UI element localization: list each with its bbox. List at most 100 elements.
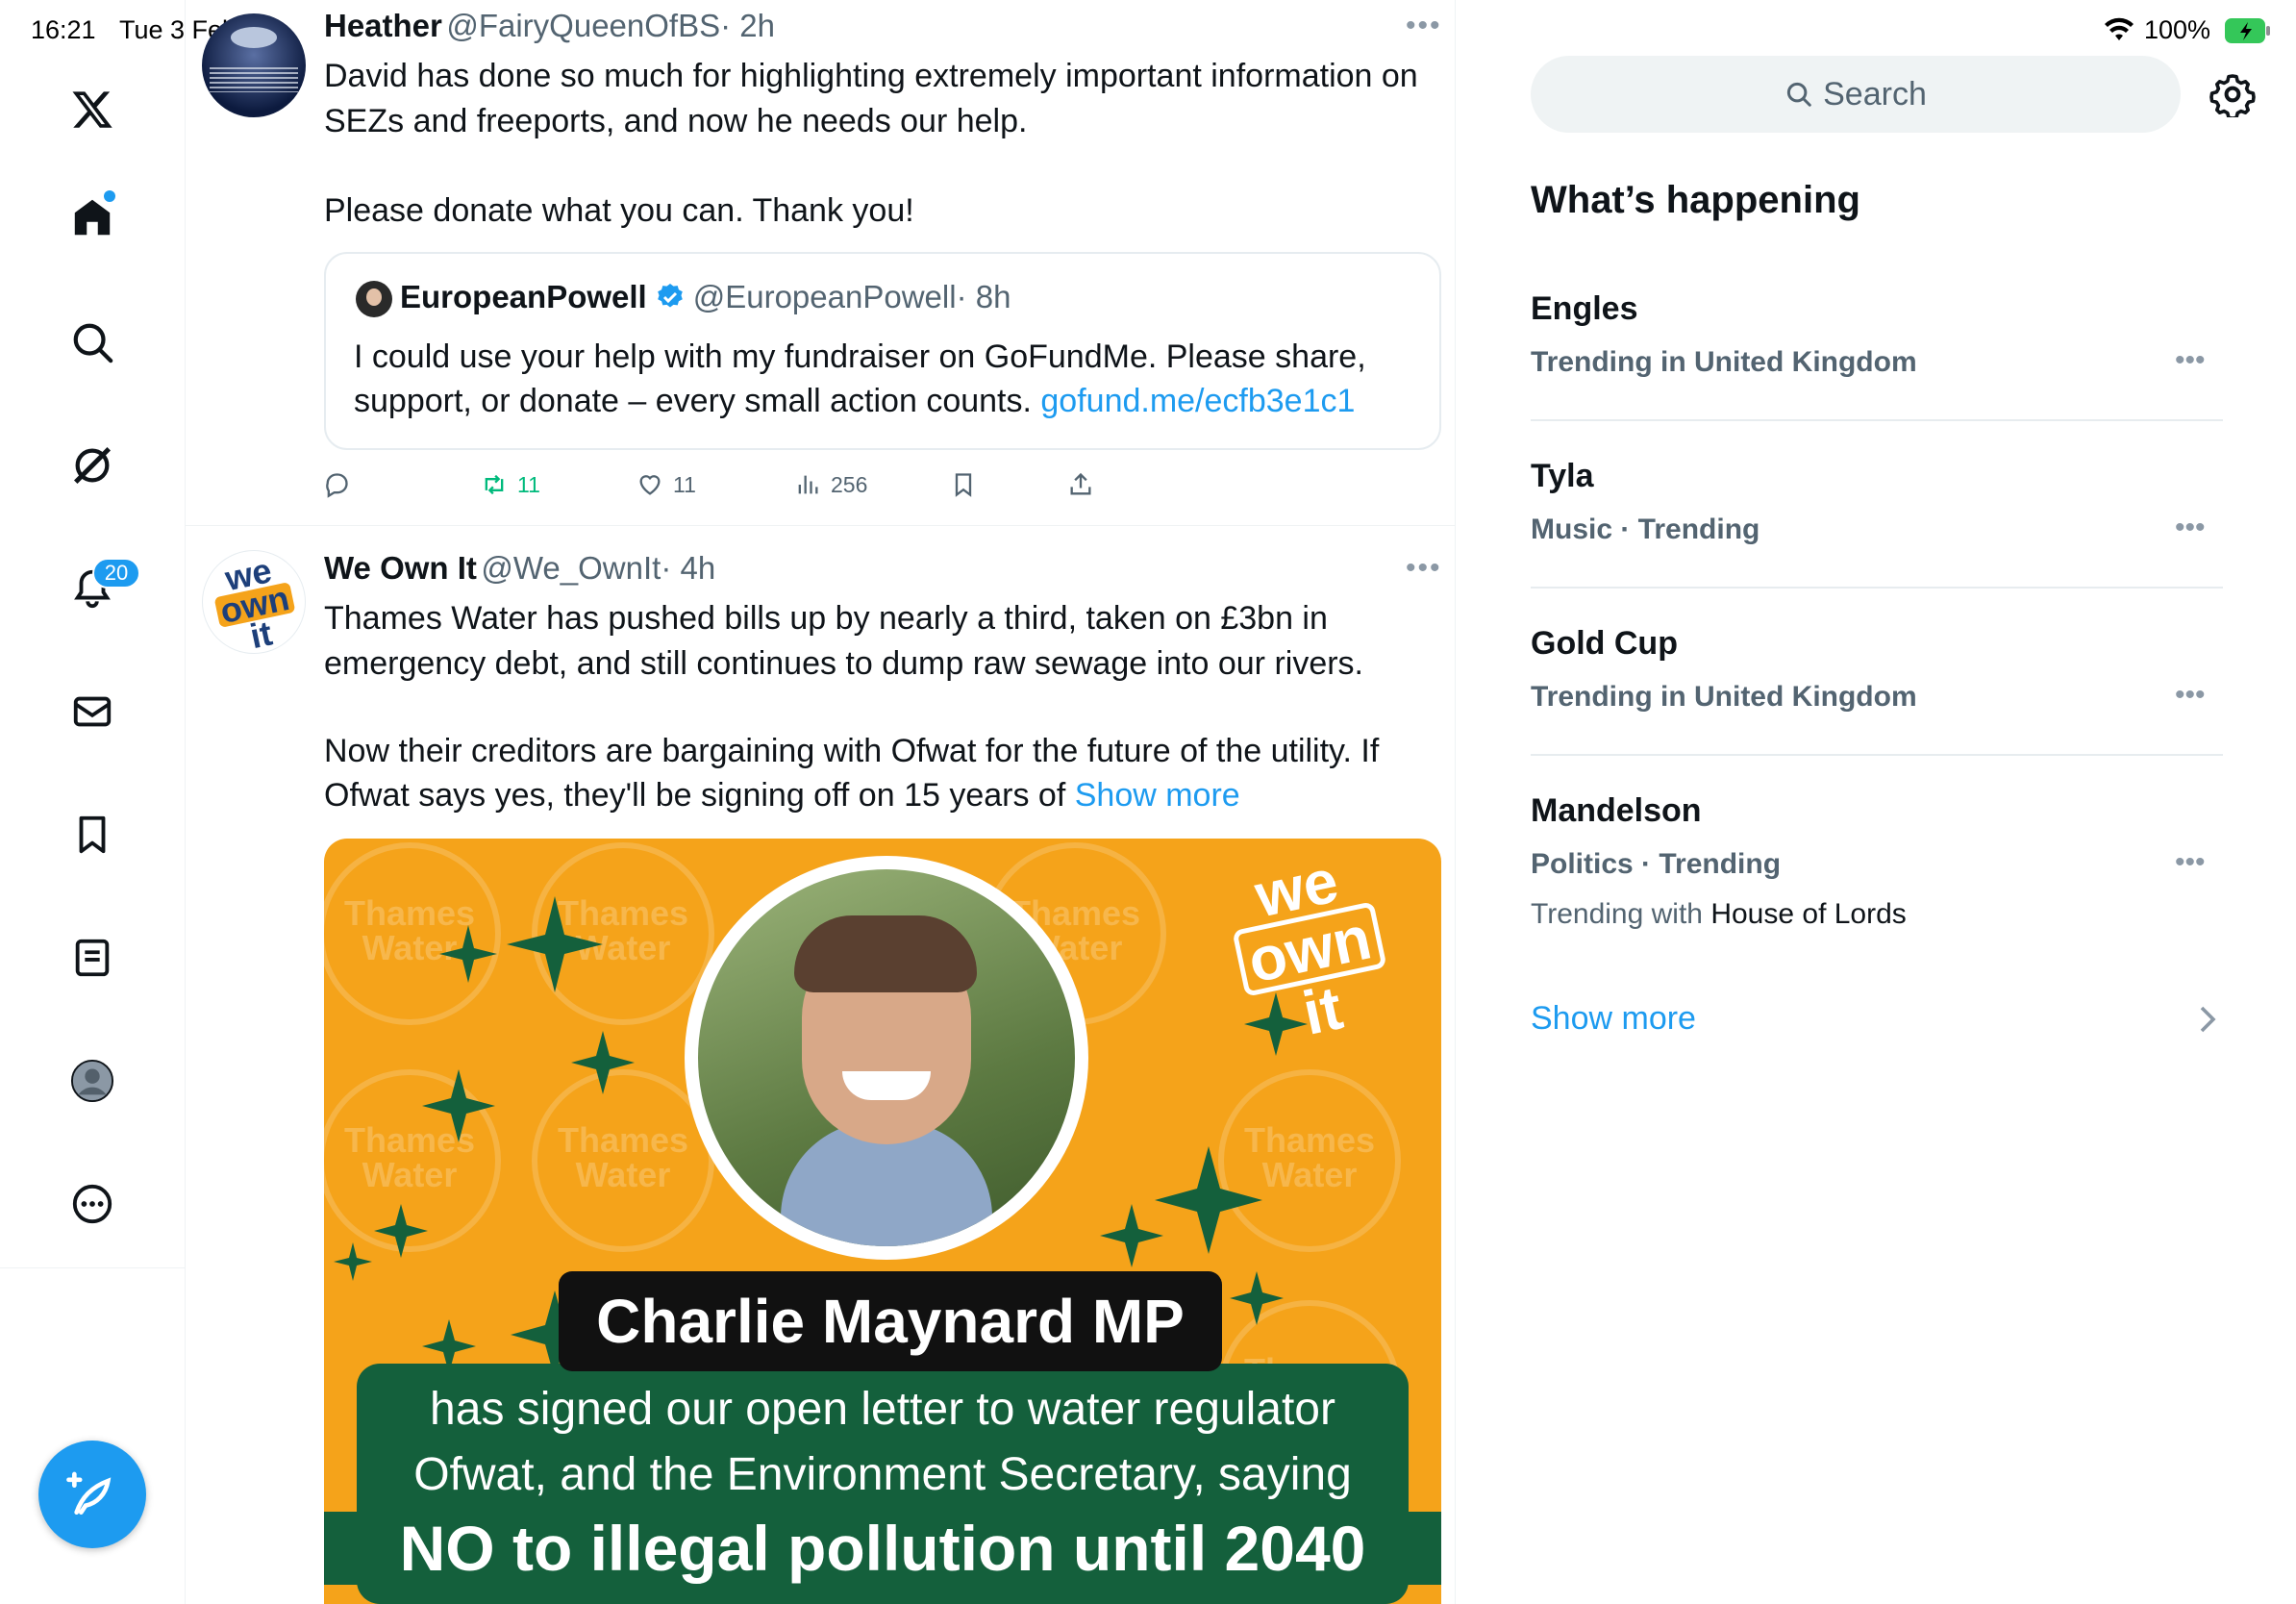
retweet-button[interactable]: 11 bbox=[481, 469, 540, 500]
bookmark-action-icon bbox=[955, 473, 972, 497]
retweet-icon bbox=[485, 474, 504, 495]
bookmark-icon[interactable] bbox=[62, 804, 123, 865]
whats-happening-heading: What’s happening bbox=[1531, 179, 1860, 221]
tweet2-avatar[interactable]: we own it bbox=[202, 550, 306, 654]
trend-extra-prefix: Trending with bbox=[1531, 898, 1703, 930]
quote-time: · 8h bbox=[956, 279, 1011, 314]
tweet2-more-icon[interactable]: ••• bbox=[1406, 552, 1442, 585]
avatar-icon[interactable] bbox=[62, 1050, 123, 1112]
tweet2-handle[interactable]: @We_OwnIt bbox=[481, 550, 661, 586]
search-field-icon bbox=[1787, 82, 1811, 107]
trend-divider bbox=[1531, 754, 2223, 756]
home-icon[interactable] bbox=[62, 187, 123, 248]
more-circle-icon[interactable] bbox=[62, 1173, 123, 1235]
trend-more-icon[interactable]: ••• bbox=[2175, 679, 2206, 712]
trend-title-engles[interactable]: Engles bbox=[1531, 290, 1637, 328]
trend-more-icon[interactable]: ••• bbox=[2175, 344, 2206, 377]
show-more-link[interactable]: Show more bbox=[1075, 777, 1240, 814]
tweet2-author-name[interactable]: We Own It bbox=[324, 550, 477, 586]
avatar-caption bbox=[210, 67, 298, 92]
like-button[interactable]: 11 bbox=[636, 469, 696, 500]
quote-link[interactable]: gofund.me/ecfb3e1c1 bbox=[1040, 383, 1355, 419]
views-count: 256 bbox=[831, 471, 868, 497]
compose-button[interactable] bbox=[38, 1441, 146, 1548]
image-headline: Charlie Maynard MP bbox=[559, 1271, 1222, 1371]
tweet1-avatar[interactable] bbox=[202, 13, 306, 117]
retweet-count: 11 bbox=[517, 471, 540, 497]
search-placeholder: Search bbox=[1823, 75, 1927, 113]
avatar-ufo bbox=[231, 27, 277, 48]
quote-author-name: EuropeanPowell bbox=[400, 279, 647, 314]
gear-icon[interactable] bbox=[2209, 71, 2256, 117]
reply-button[interactable] bbox=[323, 469, 350, 500]
notification-badge: 20 bbox=[92, 558, 140, 589]
tweet1-time[interactable]: · 2h bbox=[720, 8, 775, 43]
views-button[interactable]: 256 bbox=[794, 469, 867, 500]
mail-icon[interactable] bbox=[62, 681, 123, 742]
share-button[interactable] bbox=[1067, 469, 1094, 500]
quote-text-line2-body: support, or donate – every small action … bbox=[354, 383, 1032, 419]
trend-more-icon[interactable]: ••• bbox=[2175, 846, 2206, 879]
heart-icon bbox=[639, 475, 661, 495]
trend-meta-tyla: Music · Trending bbox=[1531, 514, 1760, 545]
compose-feather-icon bbox=[66, 1471, 112, 1515]
tweet2-text-line4: Ofwat says yes, they'll be signing off o… bbox=[324, 773, 1240, 817]
tweet1-text-line2: SEZs and freeports, and now he needs our… bbox=[324, 103, 1028, 139]
battery-percent: 100% bbox=[2144, 15, 2211, 44]
wifi-icon bbox=[2104, 17, 2134, 42]
tweet1-author-name[interactable]: Heather bbox=[324, 8, 442, 43]
trend-meta-engles: Trending in United Kingdom bbox=[1531, 346, 1917, 378]
sidebar-divider bbox=[0, 1267, 185, 1268]
tweet-separator bbox=[185, 525, 1456, 526]
show-more-trends-link[interactable]: Show more bbox=[1531, 1000, 1696, 1038]
quote-avatar-face bbox=[366, 288, 382, 306]
trend-meta-gold-cup: Trending in United Kingdom bbox=[1531, 681, 1917, 713]
quote-handle: @EuropeanPowell bbox=[692, 279, 957, 314]
tweet2-text-line1: Thames Water has pushed bills up by near… bbox=[324, 600, 1328, 637]
portrait-photo bbox=[698, 869, 1075, 1246]
tweet2-text-line4-body: Ofwat says yes, they'll be signing off o… bbox=[324, 777, 1066, 814]
share-icon bbox=[1070, 472, 1091, 495]
trend-extra-topic[interactable]: House of Lords bbox=[1710, 898, 1906, 930]
trend-divider bbox=[1531, 419, 2223, 421]
grok-icon[interactable] bbox=[62, 435, 123, 496]
list-icon[interactable] bbox=[62, 927, 123, 989]
chevron-right-icon bbox=[2196, 1004, 2219, 1035]
search-icon[interactable] bbox=[62, 312, 123, 373]
tweet2-text-line2: emergency debt, and still continues to d… bbox=[324, 645, 1363, 682]
search-input[interactable]: Search bbox=[1531, 56, 2181, 133]
trend-title-tyla[interactable]: Tyla bbox=[1531, 458, 1594, 495]
tweet2-text-line3: Now their creditors are bargaining with … bbox=[324, 733, 1380, 769]
like-count: 11 bbox=[673, 471, 696, 497]
quote-avatar bbox=[356, 281, 392, 317]
verified-badge-icon bbox=[657, 284, 683, 308]
tweet2-header: We Own It @We_OwnIt· 4h bbox=[324, 550, 715, 587]
trend-title-mandelson[interactable]: Mandelson bbox=[1531, 792, 1702, 830]
bookmark-button[interactable] bbox=[950, 469, 977, 500]
battery-icon bbox=[2225, 17, 2271, 44]
tweet1-text-line1: David has done so much for highlighting … bbox=[324, 58, 1418, 94]
tweet1-more-icon[interactable]: ••• bbox=[1406, 10, 1442, 42]
views-icon bbox=[798, 475, 818, 494]
trend-meta-mandelson: Politics · Trending bbox=[1531, 848, 1782, 880]
x-logo-icon[interactable] bbox=[62, 79, 123, 140]
tweet2-avatar-logo: we own it bbox=[208, 551, 302, 653]
tweet1-text-line3: Please donate what you can. Thank you! bbox=[324, 192, 914, 229]
reply-icon bbox=[326, 473, 348, 498]
image-line2: Ofwat, and the Environment Secretary, sa… bbox=[413, 1449, 1352, 1500]
tweet1-header: Heather @FairyQueenOfBS· 2h bbox=[324, 8, 775, 44]
trend-extra-mandelson: Trending with House of Lords bbox=[1531, 898, 1907, 931]
quote-header: EuropeanPowell @EuropeanPowell · 8h bbox=[400, 279, 1011, 315]
tweet1-handle[interactable]: @FairyQueenOfBS bbox=[446, 8, 720, 43]
status-time: 16:21 bbox=[31, 15, 96, 44]
trend-title-gold-cup[interactable]: Gold Cup bbox=[1531, 625, 1678, 663]
home-dot bbox=[104, 190, 115, 202]
tweet2-time[interactable]: · 4h bbox=[661, 550, 715, 586]
image-line1: has signed our open letter to water regu… bbox=[430, 1384, 1335, 1435]
image-line3: NO to illegal pollution until 2040 bbox=[324, 1512, 1441, 1585]
trend-divider bbox=[1531, 587, 2223, 589]
trend-more-icon[interactable]: ••• bbox=[2175, 512, 2206, 544]
quote-text-line1: I could use your help with my fundraiser… bbox=[354, 338, 1366, 375]
tweet2-image[interactable]: Thames Water Thames Water Thames Water Tham… bbox=[324, 839, 1441, 1604]
quote-text-line2: support, or donate – every small action … bbox=[354, 379, 1355, 423]
